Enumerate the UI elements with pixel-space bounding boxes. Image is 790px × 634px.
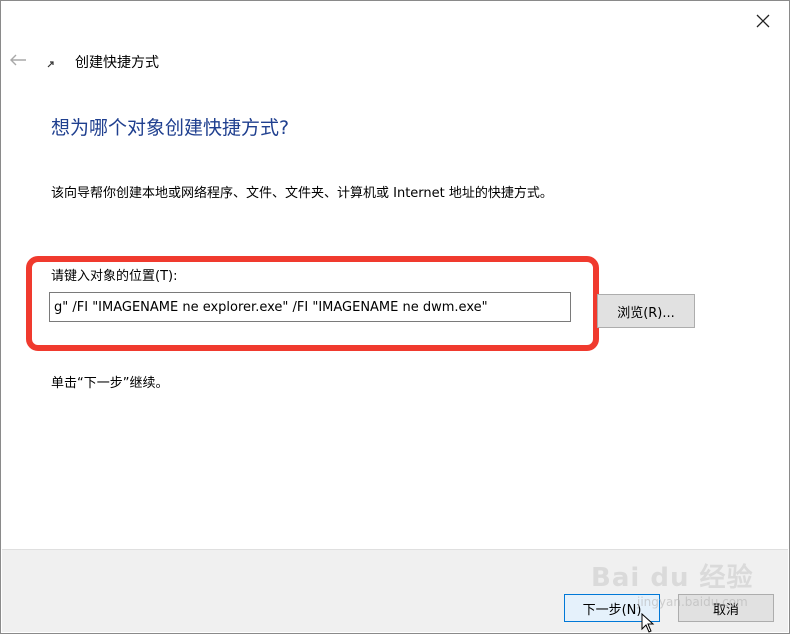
location-label: 请键入对象的位置(T): <box>51 269 178 284</box>
next-button[interactable]: 下一步(N) <box>564 594 660 622</box>
wizard-title: 创建快捷方式 <box>75 55 159 71</box>
cancel-button[interactable]: 取消 <box>678 594 774 622</box>
browse-button[interactable]: 浏览(R)... <box>597 294 695 328</box>
back-button[interactable] <box>7 49 29 71</box>
back-arrow-icon <box>10 54 26 66</box>
close-icon <box>756 14 770 28</box>
wizard-description: 该向导帮你创建本地或网络程序、文件、文件夹、计算机或 Internet 地址的快… <box>51 186 553 201</box>
wizard-footer <box>2 549 788 632</box>
shortcut-icon <box>47 61 54 68</box>
create-shortcut-window: 创建快捷方式 想为哪个对象创建快捷方式? 该向导帮你创建本地或网络程序、文件、文… <box>0 0 790 634</box>
continue-hint: 单击“下一步”继续。 <box>51 376 169 391</box>
location-input[interactable] <box>49 292 571 322</box>
page-heading: 想为哪个对象创建快捷方式? <box>51 117 290 139</box>
close-button[interactable] <box>745 5 781 37</box>
